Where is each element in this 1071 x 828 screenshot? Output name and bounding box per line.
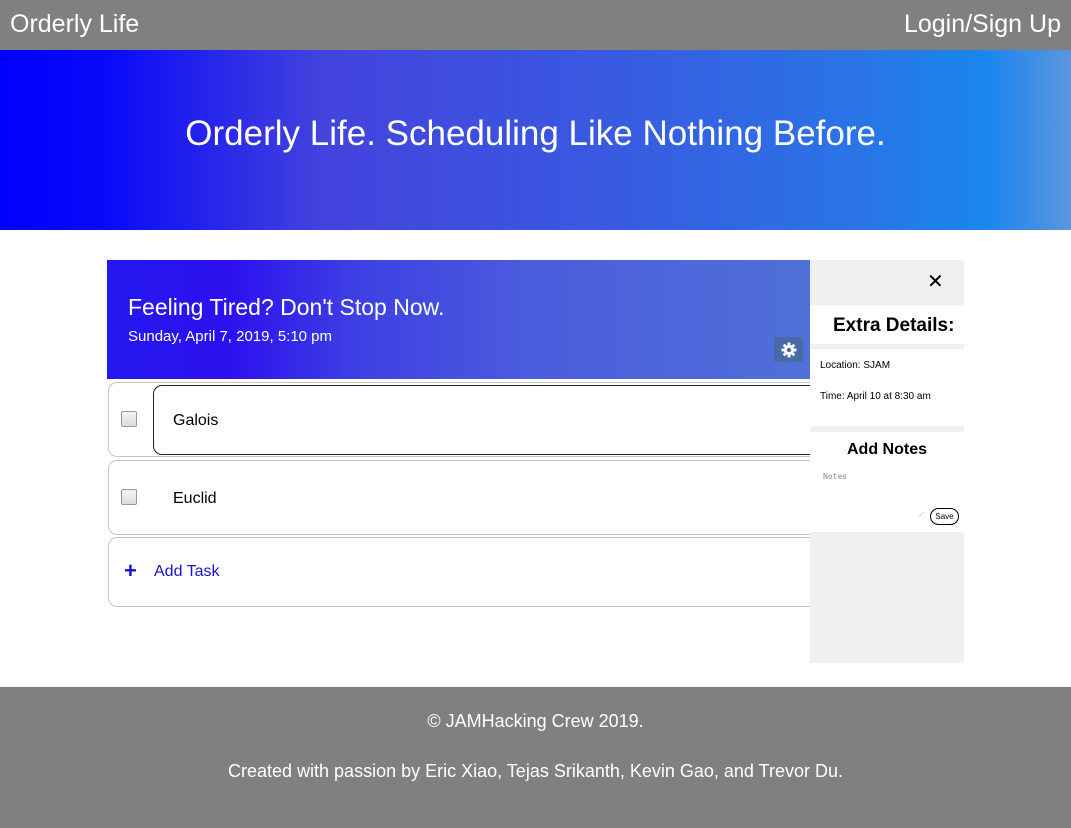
- footer-copyright: © JAMHacking Crew 2019.: [427, 711, 644, 731]
- panel-title: Feeling Tired? Don't Stop Now.: [128, 294, 445, 320]
- details-time: Time: April 10 at 8:30 am: [820, 391, 931, 402]
- hero-title: Orderly Life. Scheduling Like Nothing Be…: [185, 114, 886, 153]
- footer: © JAMHacking Crew 2019. Created with pas…: [0, 687, 1071, 828]
- details-location: Location: SJAM: [820, 360, 891, 371]
- task-selected-outline: [153, 385, 823, 455]
- login-signup-link[interactable]: Login/Sign Up: [904, 10, 1061, 39]
- task-item[interactable]: Euclid: [108, 460, 818, 535]
- add-task-button[interactable]: + Add Task: [108, 537, 818, 607]
- gear-icon: [781, 342, 796, 357]
- details-heading: Extra Details:: [833, 315, 955, 336]
- add-task-label[interactable]: Add Task: [154, 563, 220, 581]
- task-item[interactable]: Galois: [108, 382, 823, 457]
- panel-date: Sunday, April 7, 2019, 5:10 pm: [128, 328, 333, 345]
- notes-input[interactable]: [823, 472, 927, 520]
- save-button[interactable]: Save: [930, 508, 959, 525]
- details-info-block: Location: SJAM Time: April 10 at 8:30 am: [810, 349, 964, 426]
- notes-block: Add Notes ⟋ Save: [810, 432, 964, 532]
- task-label: Galois: [173, 412, 219, 429]
- task-checkbox[interactable]: [121, 411, 137, 427]
- close-icon[interactable]: ✕: [927, 269, 944, 294]
- plus-icon: +: [124, 558, 137, 583]
- resize-handle-icon[interactable]: ⟋: [919, 512, 924, 520]
- brand-link[interactable]: Orderly Life: [10, 10, 139, 39]
- footer-credits: Created with passion by Eric Xiao, Tejas…: [228, 761, 843, 781]
- schedule-header-panel: Feeling Tired? Don't Stop Now. Sunday, A…: [107, 260, 810, 379]
- task-label: Euclid: [173, 490, 217, 507]
- settings-button[interactable]: [774, 337, 803, 362]
- notes-heading: Add Notes: [847, 441, 927, 458]
- details-heading-block: Extra Details:: [810, 305, 964, 344]
- top-nav-bar: Orderly Life Login/Sign Up: [0, 0, 1071, 50]
- task-checkbox[interactable]: [121, 489, 137, 505]
- hero-banner: Orderly Life. Scheduling Like Nothing Be…: [0, 50, 1071, 230]
- details-side-panel: ✕ Extra Details: Location: SJAM Time: Ap…: [810, 260, 964, 663]
